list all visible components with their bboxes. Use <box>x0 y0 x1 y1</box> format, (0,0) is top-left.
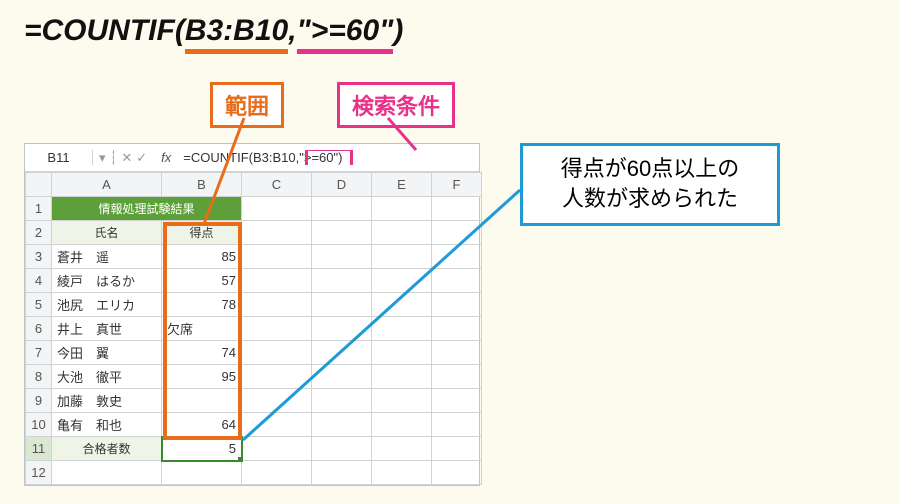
row-header[interactable]: 4 <box>26 269 52 293</box>
formula-range: B3:B10 <box>185 14 288 54</box>
row-header[interactable]: 12 <box>26 461 52 485</box>
col-header[interactable]: C <box>242 173 312 197</box>
spreadsheet: B11 ▾ ┆ ✕ ✓ fx =COUNTIF(B3:B10,">=60") A… <box>24 143 480 486</box>
score-cell[interactable]: 64 <box>162 413 242 437</box>
score-cell[interactable] <box>162 389 242 413</box>
corner-cell[interactable] <box>26 173 52 197</box>
score-cell[interactable]: 57 <box>162 269 242 293</box>
name-cell[interactable]: 大池 徹平 <box>52 365 162 389</box>
confirm-icon[interactable]: ✓ <box>136 150 147 166</box>
summary-label-cell[interactable]: 合格者数 <box>52 437 162 461</box>
row-header[interactable]: 1 <box>26 197 52 221</box>
formula-bar-text: =COUNTIF(B3:B10,">=60") <box>183 150 342 165</box>
formula-bar-row: B11 ▾ ┆ ✕ ✓ fx =COUNTIF(B3:B10,">=60") <box>25 144 479 172</box>
col-header[interactable]: F <box>432 173 482 197</box>
row-header[interactable]: 8 <box>26 365 52 389</box>
divider-icon: ┆ <box>110 150 118 166</box>
col-header[interactable]: D <box>312 173 372 197</box>
dropdown-icon[interactable]: ▾ <box>99 150 106 166</box>
callout-line-2: 人数が求められた <box>562 186 738 211</box>
formula-eq: =COUNTIF( <box>24 14 185 47</box>
col-header[interactable]: A <box>52 173 162 197</box>
callout-line-1: 得点が60点以上の <box>561 156 739 181</box>
name-box-icons: ▾ ┆ ✕ ✓ <box>93 150 153 166</box>
title-cell[interactable]: 情報処理試験結果 <box>52 197 242 221</box>
name-box[interactable]: B11 <box>25 150 93 165</box>
formula-cond: ">=60" <box>297 14 394 54</box>
score-cell[interactable]: 74 <box>162 341 242 365</box>
score-header-cell[interactable]: 得点 <box>162 221 242 245</box>
name-cell[interactable]: 井上 真世 <box>52 317 162 341</box>
formula-title: =COUNTIF(B3:B10,">=60") <box>24 14 403 54</box>
name-cell[interactable]: 今田 翼 <box>52 341 162 365</box>
row-header[interactable]: 7 <box>26 341 52 365</box>
name-cell[interactable]: 亀有 和也 <box>52 413 162 437</box>
score-cell[interactable]: 78 <box>162 293 242 317</box>
col-header[interactable]: B <box>162 173 242 197</box>
formula-sep: , <box>288 14 296 47</box>
row-header[interactable]: 6 <box>26 317 52 341</box>
col-header[interactable]: E <box>372 173 432 197</box>
name-header-cell[interactable]: 氏名 <box>52 221 162 245</box>
row-header[interactable]: 10 <box>26 413 52 437</box>
name-cell[interactable]: 池尻 エリカ <box>52 293 162 317</box>
name-cell[interactable]: 蒼井 遥 <box>52 245 162 269</box>
formula-bar[interactable]: =COUNTIF(B3:B10,">=60") <box>179 150 479 165</box>
name-cell[interactable]: 綾戸 はるか <box>52 269 162 293</box>
column-header-row: A B C D E F <box>26 173 482 197</box>
cancel-icon[interactable]: ✕ <box>121 150 132 166</box>
result-callout: 得点が60点以上の 人数が求められた <box>520 143 780 226</box>
row-header[interactable]: 9 <box>26 389 52 413</box>
name-cell[interactable]: 加藤 敦史 <box>52 389 162 413</box>
fx-icon[interactable]: fx <box>153 150 179 165</box>
score-cell[interactable]: 欠席 <box>162 317 242 341</box>
summary-value-cell[interactable]: 5 <box>162 437 242 461</box>
cells-grid[interactable]: A B C D E F 1 情報処理試験結果 2 氏名 得点 3 蒼井 遥 85… <box>25 172 482 485</box>
score-cell[interactable]: 95 <box>162 365 242 389</box>
score-cell[interactable]: 85 <box>162 245 242 269</box>
row-header[interactable]: 5 <box>26 293 52 317</box>
condition-label: 検索条件 <box>337 82 455 128</box>
row-header[interactable]: 11 <box>26 437 52 461</box>
formula-close: ) <box>393 14 403 47</box>
row-header[interactable]: 3 <box>26 245 52 269</box>
range-label: 範囲 <box>210 82 284 128</box>
row-header[interactable]: 2 <box>26 221 52 245</box>
